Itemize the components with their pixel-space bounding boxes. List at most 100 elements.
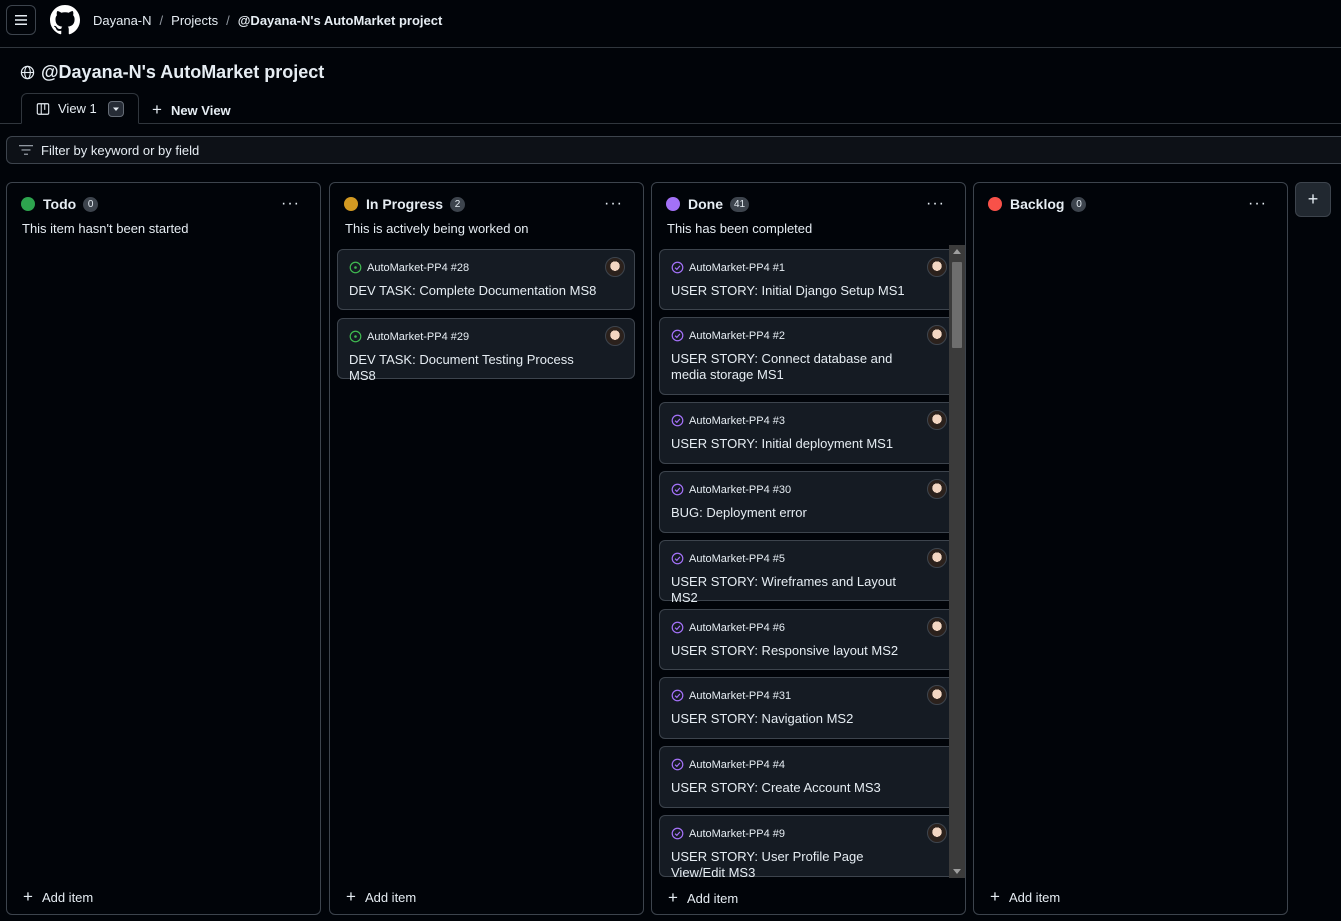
kebab-horizontal-icon[interactable]: ··· [1248, 195, 1267, 213]
scroll-down-arrow-icon[interactable] [953, 869, 961, 874]
issue-card[interactable]: AutoMarket-PP4 #1 USER STORY: Initial Dj… [659, 249, 957, 310]
card-repo-label: AutoMarket-PP4 #3 [689, 414, 785, 427]
card-title[interactable]: USER STORY: Initial Django Setup MS1 [671, 283, 919, 299]
column-header: Done 41 [666, 196, 750, 212]
new-view-label: New View [170, 102, 231, 118]
card-title[interactable]: DEV TASK: Complete Documentation MS8 [349, 283, 597, 299]
issue-card[interactable]: AutoMarket-PP4 #29 DEV TASK: Document Te… [337, 318, 635, 383]
new-view-button[interactable]: + New View [152, 100, 231, 120]
tab-view-1[interactable]: View 1 [21, 93, 139, 124]
column-description: This has been completed [667, 221, 813, 236]
status-dot-icon [666, 197, 680, 211]
avatar[interactable] [927, 548, 947, 568]
breadcrumb-project-link[interactable]: @Dayana-N's AutoMarket project [238, 13, 443, 28]
column-header: Backlog 0 [988, 196, 1087, 212]
column-title: Backlog [1010, 196, 1065, 212]
menu-button[interactable] [6, 5, 36, 35]
triangle-down-icon [113, 107, 119, 111]
issue-closed-icon [671, 329, 684, 342]
column-title: Todo [43, 196, 77, 212]
avatar[interactable] [927, 479, 947, 499]
card-repo-label: AutoMarket-PP4 #31 [689, 689, 792, 702]
card-title[interactable]: BUG: Deployment error [671, 505, 919, 521]
status-dot-icon [344, 197, 358, 211]
page-title: @Dayana-N's AutoMarket project [41, 62, 325, 82]
github-logo-icon[interactable] [50, 5, 80, 35]
card-title[interactable]: USER STORY: Initial deployment MS1 [671, 436, 919, 452]
card-repo: AutoMarket-PP4 #9 [671, 827, 785, 840]
issue-closed-icon [671, 621, 684, 634]
kebab-horizontal-icon[interactable]: ··· [281, 195, 300, 213]
breadcrumb-owner-link[interactable]: Dayana-N [93, 13, 152, 28]
avatar[interactable] [605, 326, 625, 346]
column-title: In Progress [366, 196, 444, 212]
kebab-horizontal-icon[interactable]: ··· [926, 195, 945, 213]
card-repo-label: AutoMarket-PP4 #29 [367, 330, 470, 343]
add-item-label: Add item [1008, 889, 1061, 905]
breadcrumb-separator: / [226, 13, 230, 28]
card-title[interactable]: DEV TASK: Document Testing Process MS8 [349, 352, 597, 384]
tabs-divider [0, 123, 1341, 124]
issue-card[interactable]: AutoMarket-PP4 #30 BUG: Deployment error [659, 471, 957, 533]
card-title[interactable]: USER STORY: User Profile Page View/Edit … [671, 849, 919, 881]
add-item-label: Add item [364, 889, 417, 905]
breadcrumb: Dayana-N / Projects / @Dayana-N's AutoMa… [93, 13, 442, 28]
column-description: This item hasn't been started [22, 221, 189, 236]
add-item-button[interactable]: + Add item [23, 887, 93, 907]
card-title[interactable]: USER STORY: Create Account MS3 [671, 780, 919, 796]
issue-opened-icon [349, 330, 362, 343]
card-repo: AutoMarket-PP4 #28 [349, 261, 469, 274]
card-title[interactable]: USER STORY: Navigation MS2 [671, 711, 919, 727]
issue-opened-icon [349, 261, 362, 274]
add-column-button[interactable]: + [1295, 182, 1331, 217]
plus-icon: + [346, 887, 356, 906]
avatar[interactable] [927, 685, 947, 705]
status-dot-icon [21, 197, 35, 211]
card-repo: AutoMarket-PP4 #5 [671, 552, 785, 565]
plus-icon: + [1307, 189, 1319, 209]
avatar[interactable] [927, 410, 947, 430]
issue-card[interactable]: AutoMarket-PP4 #28 DEV TASK: Complete Do… [337, 249, 635, 310]
status-dot-icon [988, 197, 1002, 211]
card-title[interactable]: USER STORY: Responsive layout MS2 [671, 643, 919, 659]
view-options-button[interactable] [108, 101, 124, 117]
scrollbar-thumb[interactable] [952, 262, 962, 348]
column-scrollbar[interactable] [949, 245, 965, 878]
issue-card[interactable]: AutoMarket-PP4 #5 USER STORY: Wireframes… [659, 540, 957, 605]
card-title[interactable]: USER STORY: Connect database and media s… [671, 351, 919, 383]
breadcrumb-projects-link[interactable]: Projects [171, 13, 218, 28]
column-header: In Progress 2 [344, 196, 466, 212]
issue-card[interactable]: AutoMarket-PP4 #3 USER STORY: Initial de… [659, 402, 957, 464]
card-repo: AutoMarket-PP4 #1 [671, 261, 785, 274]
issue-card[interactable]: AutoMarket-PP4 #4 USER STORY: Create Acc… [659, 746, 957, 808]
issue-card[interactable]: AutoMarket-PP4 #6 USER STORY: Responsive… [659, 609, 957, 670]
filter-input[interactable]: Filter by keyword or by field [6, 136, 1341, 164]
plus-icon: + [990, 887, 1000, 906]
issue-closed-icon [671, 689, 684, 702]
card-title[interactable]: USER STORY: Wireframes and Layout MS2 [671, 574, 919, 606]
column-count-badge: 0 [83, 196, 99, 212]
card-repo-label: AutoMarket-PP4 #28 [367, 261, 470, 274]
issue-closed-icon [671, 261, 684, 274]
column-backlog: Backlog 0 ··· + Add item [973, 182, 1288, 915]
avatar[interactable] [927, 617, 947, 637]
card-repo: AutoMarket-PP4 #6 [671, 621, 785, 634]
avatar[interactable] [927, 325, 947, 345]
avatar[interactable] [927, 257, 947, 277]
card-repo-label: AutoMarket-PP4 #30 [689, 483, 792, 496]
card-repo-label: AutoMarket-PP4 #2 [689, 329, 785, 342]
globe-icon [20, 65, 35, 80]
avatar[interactable] [927, 823, 947, 843]
issue-card[interactable]: AutoMarket-PP4 #9 USER STORY: User Profi… [659, 815, 957, 880]
issue-card[interactable]: AutoMarket-PP4 #31 USER STORY: Navigatio… [659, 677, 957, 739]
kebab-horizontal-icon[interactable]: ··· [604, 195, 623, 213]
scroll-up-arrow-icon[interactable] [953, 249, 961, 254]
add-item-button[interactable]: + Add item [990, 887, 1060, 907]
tab-view-1-label: View 1 [58, 101, 97, 116]
avatar[interactable] [605, 257, 625, 277]
add-item-button[interactable]: + Add item [346, 887, 416, 907]
add-item-button[interactable]: + Add item [668, 888, 738, 908]
issue-closed-icon [671, 827, 684, 840]
issue-card[interactable]: AutoMarket-PP4 #2 USER STORY: Connect da… [659, 317, 957, 395]
issue-closed-icon [671, 483, 684, 496]
